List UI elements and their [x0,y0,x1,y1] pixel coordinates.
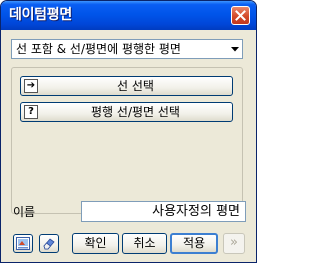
select-parallel-label: 평행 선/평면 선택 [91,105,180,119]
cancel-button[interactable]: 취소 [122,233,167,254]
preview-icon [16,237,30,250]
datum-plane-dialog: 데이텀평면 선 포함 & 선/평면에 평행한 평면 ➔ 선 선택 ? 평행 선/… [0,0,257,263]
ok-button[interactable]: 확인 [72,233,119,254]
name-label: 이름 [13,205,36,219]
more-button[interactable]: » [223,233,245,254]
dropdown-selected-value: 선 포함 & 선/평면에 평행한 평면 [16,42,181,56]
question-icon: ? [24,105,38,119]
eraser-button[interactable] [39,234,59,253]
chevron-down-icon [231,47,239,52]
select-parallel-button[interactable]: ? 평행 선/평면 선택 [20,102,233,122]
apply-button[interactable]: 적용 [170,233,218,254]
dropdown-button[interactable] [228,41,242,57]
plane-type-dropdown[interactable]: 선 포함 & 선/평면에 평행한 평면 [11,39,243,59]
arrow-right-icon: ➔ [24,79,38,93]
selection-group: ➔ 선 선택 ? 평행 선/평면 선택 [11,67,243,214]
select-line-button[interactable]: ➔ 선 선택 [20,76,233,96]
name-input-value: 사용자정의 평면 [152,204,240,219]
select-line-label: 선 선택 [117,79,154,93]
title-bar[interactable]: 데이텀평면 [1,1,256,30]
eraser-icon [43,238,55,250]
preview-button[interactable] [13,234,33,253]
dialog-body: 선 포함 & 선/평면에 평행한 평면 ➔ 선 선택 ? 평행 선/평면 선택 … [1,30,256,262]
close-icon [235,10,246,21]
window-title: 데이텀평면 [9,7,72,23]
name-input[interactable]: 사용자정의 평면 [81,201,246,222]
close-button[interactable] [231,6,250,25]
